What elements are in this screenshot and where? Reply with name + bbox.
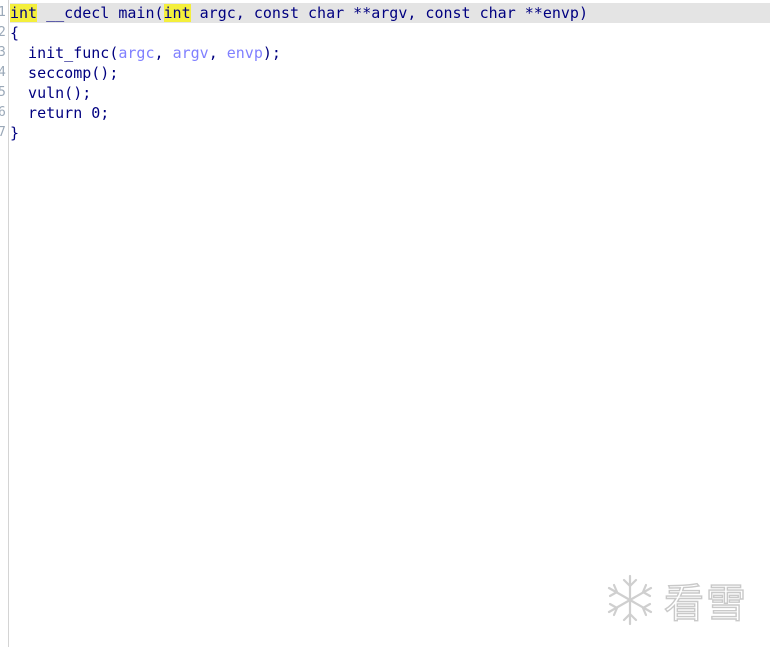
keyword-int-highlighted[interactable]: int [10,4,38,22]
keyword-int-highlighted[interactable]: int [163,4,191,22]
separator: , [208,44,227,62]
line-number: 4 [0,63,8,83]
line-number: 7 [0,123,8,143]
line-number-gutter: 1 2 3 4 5 6 7 [0,0,9,647]
call-close: ); [262,44,281,62]
code-line-3[interactable]: init_func(argc, argv, envp); [10,43,770,63]
call-init-func[interactable]: init_func( [10,44,118,62]
watermark-text: 看雪 [663,580,748,627]
code-line-1[interactable]: int __cdecl main(int argc, const char **… [10,3,770,23]
line-number: 2 [0,23,8,43]
line-number: 6 [0,103,8,123]
snowflake-icon [607,574,653,626]
line-number: 5 [0,83,8,103]
code-line-5[interactable]: vuln(); [10,83,770,103]
separator: , [154,44,173,62]
kanxue-watermark: 看雪 [602,570,762,630]
arg-envp[interactable]: envp [227,44,263,62]
function-params-text[interactable]: argc, const char **argv, const char **en… [191,4,588,22]
arg-argc[interactable]: argc [118,44,154,62]
code-line-2[interactable]: { [10,23,770,43]
function-signature-text[interactable]: __cdecl main( [37,4,163,22]
code-line-7[interactable]: } [10,123,770,143]
code-area[interactable]: int __cdecl main(int argc, const char **… [10,3,770,143]
pseudocode-view[interactable]: 1 2 3 4 5 6 7 int __cdecl main(int argc,… [0,0,770,647]
arg-argv[interactable]: argv [173,44,209,62]
code-line-4[interactable]: seccomp(); [10,63,770,83]
line-number: 3 [0,43,8,63]
code-line-6[interactable]: return 0; [10,103,770,123]
line-number: 1 [0,3,8,23]
